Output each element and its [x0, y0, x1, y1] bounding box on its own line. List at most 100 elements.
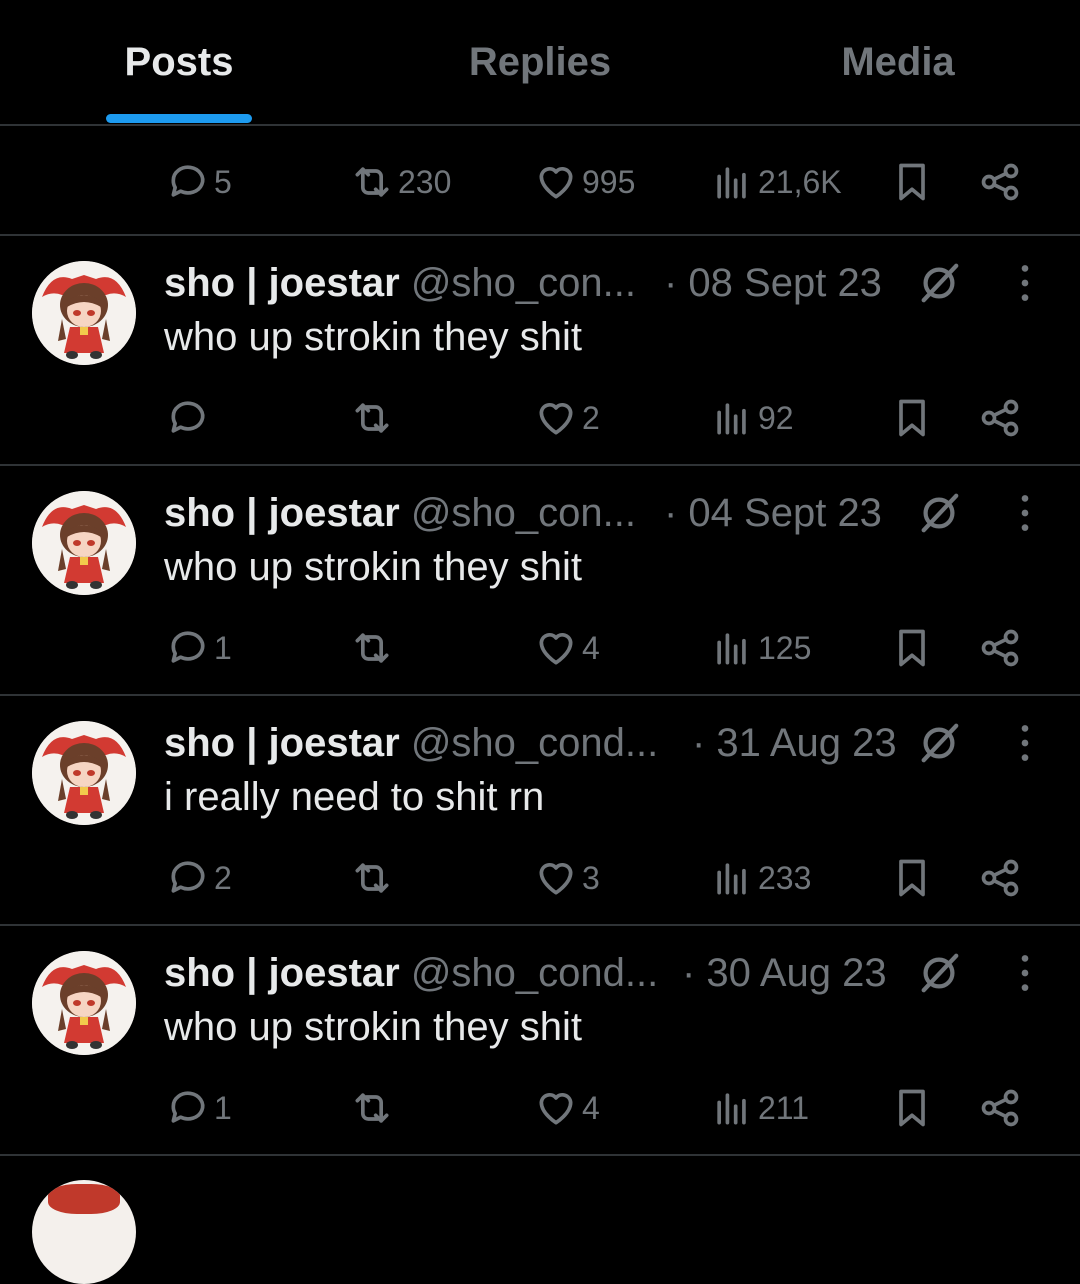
reply-count: 1 — [214, 1089, 232, 1126]
more-icon[interactable] — [1000, 258, 1050, 308]
post-timestamp[interactable]: · 31 Aug 23 — [692, 718, 897, 768]
post-timestamp[interactable]: · 08 Sept 23 — [664, 258, 882, 308]
views-button[interactable]: 21,6K — [710, 152, 842, 212]
like-button[interactable]: 3 — [534, 848, 600, 908]
more-icon[interactable] — [1000, 488, 1050, 538]
post[interactable]: sho | joestar @sho_con... · 04 Sept 23 w… — [0, 466, 1080, 696]
display-name[interactable]: sho | joestar — [164, 491, 400, 535]
display-name[interactable]: sho | joestar — [164, 951, 400, 995]
share-icon — [981, 163, 1019, 201]
reply-button[interactable]: 1 — [166, 618, 232, 678]
more-icon[interactable] — [1000, 718, 1050, 768]
avatar[interactable] — [32, 261, 136, 365]
reply-button[interactable]: 5 — [166, 152, 232, 212]
avatar[interactable] — [32, 491, 136, 595]
reply-icon — [171, 401, 205, 433]
divider — [0, 1154, 1080, 1156]
repost-icon — [355, 1093, 389, 1123]
bookmark-icon — [899, 1089, 925, 1127]
user-handle[interactable]: @sho_con... — [411, 261, 636, 305]
post[interactable]: sho | joestar @sho_cond... · 30 Aug 23 w… — [0, 926, 1080, 1156]
reply-icon — [171, 1091, 205, 1123]
views-icon — [717, 633, 746, 665]
user-handle[interactable]: @sho_cond... — [411, 951, 658, 995]
repost-button[interactable] — [350, 388, 398, 448]
grok-icon[interactable] — [916, 490, 962, 536]
repost-icon — [355, 633, 389, 663]
repost-button[interactable] — [350, 848, 398, 908]
display-name[interactable]: sho | joestar — [164, 261, 400, 305]
bookmark-button[interactable] — [890, 1078, 934, 1138]
reply-button[interactable] — [166, 388, 214, 448]
share-button[interactable] — [978, 848, 1022, 908]
reply-count: 5 — [214, 163, 232, 200]
like-button[interactable]: 995 — [534, 152, 635, 212]
views-count: 125 — [758, 629, 812, 666]
grok-icon[interactable] — [916, 260, 962, 306]
bookmark-button[interactable] — [890, 152, 934, 212]
like-button[interactable]: 4 — [534, 618, 600, 678]
avatar[interactable] — [32, 951, 136, 1055]
repost-button[interactable]: 230 — [350, 152, 451, 212]
like-count: 4 — [582, 1089, 600, 1126]
views-button[interactable]: 211 — [710, 1078, 809, 1138]
more-icon[interactable] — [1000, 948, 1050, 998]
like-button[interactable]: 4 — [534, 1078, 600, 1138]
reply-button[interactable]: 2 — [166, 848, 232, 908]
views-count: 21,6K — [758, 163, 842, 200]
views-button[interactable]: 125 — [710, 618, 811, 678]
post-actions: 1 4 125 — [0, 618, 1080, 678]
avatar-image — [32, 491, 136, 595]
post-text: who up strokin they shit — [164, 315, 582, 359]
reply-button[interactable]: 1 — [166, 1078, 232, 1138]
post[interactable]: sho | joestar @sho_cond... · 31 Aug 23 i… — [0, 696, 1080, 926]
share-button[interactable] — [978, 388, 1022, 448]
avatar[interactable] — [32, 1180, 136, 1284]
display-name[interactable]: sho | joestar — [164, 721, 400, 765]
views-button[interactable]: 92 — [710, 388, 794, 448]
tab-posts[interactable]: Posts — [106, 40, 252, 85]
profile-tabs: Posts Replies Media — [0, 0, 1080, 126]
reply-count: 1 — [214, 629, 232, 666]
repost-button[interactable] — [350, 1078, 398, 1138]
bookmark-button[interactable] — [890, 618, 934, 678]
views-icon — [717, 863, 746, 895]
repost-button[interactable] — [350, 618, 398, 678]
share-button[interactable] — [978, 618, 1022, 678]
grok-icon[interactable] — [916, 950, 962, 996]
like-count: 3 — [582, 859, 600, 896]
views-icon — [717, 403, 746, 435]
user-handle[interactable]: @sho_con... — [411, 491, 636, 535]
post-actions: 5 230 995 21,6K — [0, 152, 1080, 212]
post-actions: 2 92 — [0, 388, 1080, 448]
bookmark-icon — [899, 163, 925, 201]
post-timestamp[interactable]: · 30 Aug 23 — [682, 948, 887, 998]
bookmark-button[interactable] — [890, 848, 934, 908]
bookmark-button[interactable] — [890, 388, 934, 448]
post[interactable]: sho | joestar @sho_con... · 08 Sept 23 w… — [0, 236, 1080, 466]
bookmark-icon — [899, 399, 925, 437]
grok-icon[interactable] — [916, 720, 962, 766]
avatar[interactable] — [32, 721, 136, 825]
post-header: sho | joestar @sho_cond... — [164, 948, 658, 998]
post-header: sho | joestar @sho_con... — [164, 258, 636, 308]
post-actions: 1 4 211 — [0, 1078, 1080, 1138]
views-count: 233 — [758, 859, 812, 896]
avatar-image — [32, 951, 136, 1055]
views-button[interactable]: 233 — [710, 848, 811, 908]
share-button[interactable] — [978, 152, 1022, 212]
tab-replies[interactable]: Replies — [440, 40, 640, 85]
bookmark-icon — [899, 629, 925, 667]
share-icon — [981, 629, 1019, 667]
repost-count: 230 — [398, 163, 452, 200]
repost-icon — [355, 403, 389, 433]
share-button[interactable] — [978, 1078, 1022, 1138]
tab-media[interactable]: Media — [800, 40, 996, 85]
like-button[interactable]: 2 — [534, 388, 600, 448]
bookmark-icon — [899, 859, 925, 897]
user-handle[interactable]: @sho_cond... — [411, 721, 658, 765]
post-timestamp[interactable]: · 04 Sept 23 — [664, 488, 882, 538]
like-count: 995 — [582, 163, 636, 200]
reply-icon — [171, 165, 205, 197]
share-icon — [981, 1089, 1019, 1127]
